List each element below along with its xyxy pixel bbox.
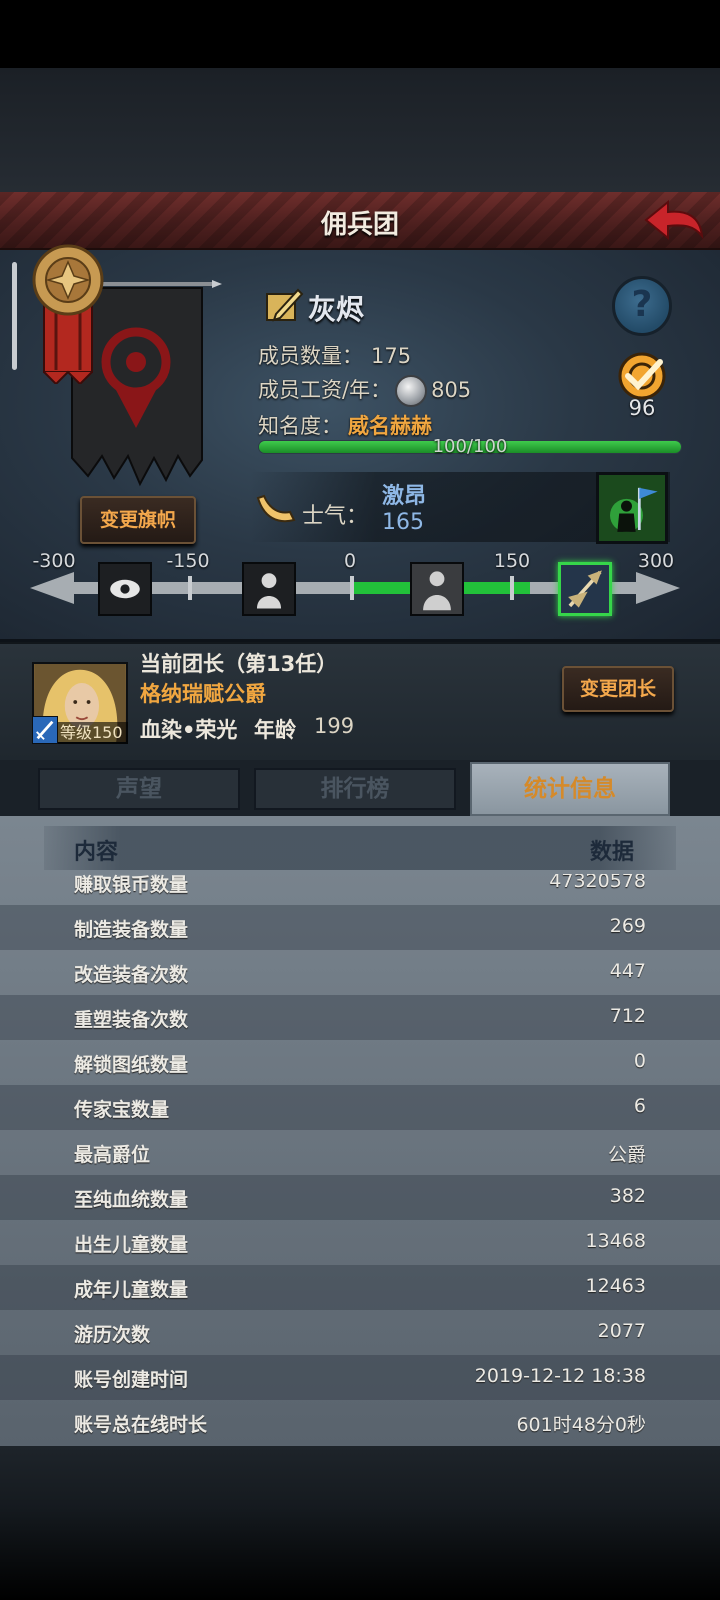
tab-leaderboard[interactable]: 排行榜 — [254, 768, 456, 810]
scale-tick — [350, 576, 354, 600]
leader-name: 格纳瑞赋公爵 — [140, 682, 266, 706]
stat-row: 制造装备数量 269 — [0, 905, 720, 950]
leader-age-label: 年龄 — [254, 718, 296, 742]
wage-label: 成员工资/年： — [258, 378, 392, 402]
members-value: 175 — [371, 344, 412, 368]
scale-tick-label: 0 — [343, 550, 357, 572]
members-info: 成员数量： 175 — [258, 340, 411, 370]
stat-row: 解锁图纸数量 0 — [0, 1040, 720, 1085]
horn-icon — [256, 494, 296, 523]
stat-row: 出生儿童数量 13468 — [0, 1220, 720, 1265]
page-title: 佣兵团 — [320, 210, 399, 240]
stat-row: 至纯血统数量 382 — [0, 1175, 720, 1220]
fame-value: 威名赫赫 — [348, 414, 432, 438]
stat-label: 成年儿童数量 — [74, 1279, 189, 1301]
statistics-header: 内容 数据 — [44, 826, 676, 870]
morale-state: 激昂 — [382, 484, 427, 509]
stat-row: 重塑装备次数 712 — [0, 995, 720, 1040]
bottom-backdrop — [0, 1446, 720, 1600]
stat-value: 2077 — [597, 1320, 646, 1342]
stat-row: 传家宝数量 6 — [0, 1085, 720, 1130]
achievement-count: 96 — [628, 396, 656, 420]
fame-progress-text: 100/100 — [432, 436, 508, 457]
silver-coin-icon — [395, 375, 428, 407]
stat-label: 传家宝数量 — [74, 1099, 170, 1121]
stat-value: 13468 — [585, 1230, 646, 1252]
stat-value: 601时48分0秒 — [516, 1414, 646, 1436]
morale-value: 165 — [382, 510, 424, 535]
scale-tick-label: -150 — [166, 550, 210, 572]
change-flag-button[interactable]: 变更旗帜 — [80, 496, 196, 544]
stat-label: 出生儿童数量 — [74, 1234, 189, 1256]
rename-icon[interactable] — [264, 284, 304, 324]
stat-label: 最高爵位 — [74, 1144, 151, 1166]
title-bar: 佣兵团 — [0, 192, 720, 250]
morale-calm-icon[interactable] — [410, 562, 464, 616]
stat-value: 47320578 — [549, 874, 646, 892]
stat-value: 447 — [609, 960, 646, 982]
tab-reputation[interactable]: 声望 — [38, 768, 240, 810]
guild-name: 灰烬 — [308, 293, 365, 326]
morale-despair-icon[interactable] — [98, 562, 152, 616]
stat-label: 改造装备次数 — [74, 964, 189, 986]
stat-row: 最高爵位 公爵 — [0, 1130, 720, 1175]
question-icon: ? — [631, 284, 653, 325]
leader-trait: 血染•荣光 — [140, 718, 238, 742]
stat-value: 6 — [633, 1095, 646, 1117]
stat-label: 至纯血统数量 — [74, 1189, 189, 1211]
stat-row: 改造装备次数 447 — [0, 950, 720, 995]
leader-title: 当前团长（第13任） — [140, 652, 338, 676]
sword-icon — [32, 716, 58, 744]
stat-label: 游历次数 — [74, 1324, 151, 1346]
stat-value: 269 — [609, 915, 646, 937]
stat-value: 0 — [633, 1050, 646, 1072]
scroll-indicator — [12, 262, 17, 370]
stat-row: 账号总在线时长 601时48分0秒 — [0, 1400, 720, 1445]
scale-tick — [510, 576, 514, 600]
guild-rank-emblem — [32, 244, 104, 384]
stat-label: 重塑装备次数 — [74, 1009, 189, 1031]
stat-value: 382 — [609, 1185, 646, 1207]
help-button[interactable]: ? — [612, 276, 672, 336]
stat-label: 制造装备数量 — [74, 919, 189, 941]
stat-value: 12463 — [585, 1275, 646, 1297]
stat-row: 成年儿童数量 12463 — [0, 1265, 720, 1310]
statistics-list[interactable]: 赚取银币数量 47320578 制造装备数量 269 改造装备次数 447 重塑装备次数 71… — [0, 874, 720, 1446]
morale-inspired-icon[interactable] — [558, 562, 612, 616]
scale-tick-label: -300 — [32, 550, 76, 572]
scale-tick-label: 300 — [637, 550, 675, 572]
rally-skill-icon[interactable] — [596, 472, 668, 544]
stat-row: 赚取银币数量 47320578 — [0, 874, 720, 905]
stat-label: 账号总在线时长 — [74, 1414, 208, 1436]
wage-info: 成员工资/年： 805 — [258, 374, 471, 407]
morale-fear-icon[interactable] — [242, 562, 296, 616]
stat-value: 2019-12-12 18:38 — [474, 1365, 646, 1387]
wage-value: 805 — [431, 378, 472, 402]
change-leader-button[interactable]: 变更团长 — [562, 666, 674, 712]
members-label: 成员数量： — [258, 344, 363, 368]
stat-value: 712 — [609, 1005, 646, 1027]
scale-tick — [188, 576, 192, 600]
tab-statistics[interactable]: 统计信息 — [470, 762, 670, 816]
top-backdrop — [0, 68, 720, 192]
stat-label: 账号创建时间 — [74, 1369, 189, 1391]
fame-label: 知名度： — [258, 414, 342, 438]
back-button[interactable] — [642, 198, 706, 242]
stat-value: 公爵 — [607, 1144, 646, 1166]
stat-row: 游历次数 2077 — [0, 1310, 720, 1355]
leader-age: 199 — [314, 714, 355, 738]
morale-label: 士气： — [302, 504, 369, 529]
header-content: 内容 — [74, 840, 119, 865]
header-data: 数据 — [589, 840, 634, 865]
morale-scale: -300 -150 0 150 300 — [30, 550, 680, 622]
back-arrow-icon — [644, 199, 704, 241]
stat-label: 赚取银币数量 — [74, 874, 189, 896]
stat-row: 账号创建时间 2019-12-12 18:38 — [0, 1355, 720, 1400]
stat-label: 解锁图纸数量 — [74, 1054, 189, 1076]
status-bar-area — [0, 0, 720, 68]
scale-tick-label: 150 — [493, 550, 531, 572]
